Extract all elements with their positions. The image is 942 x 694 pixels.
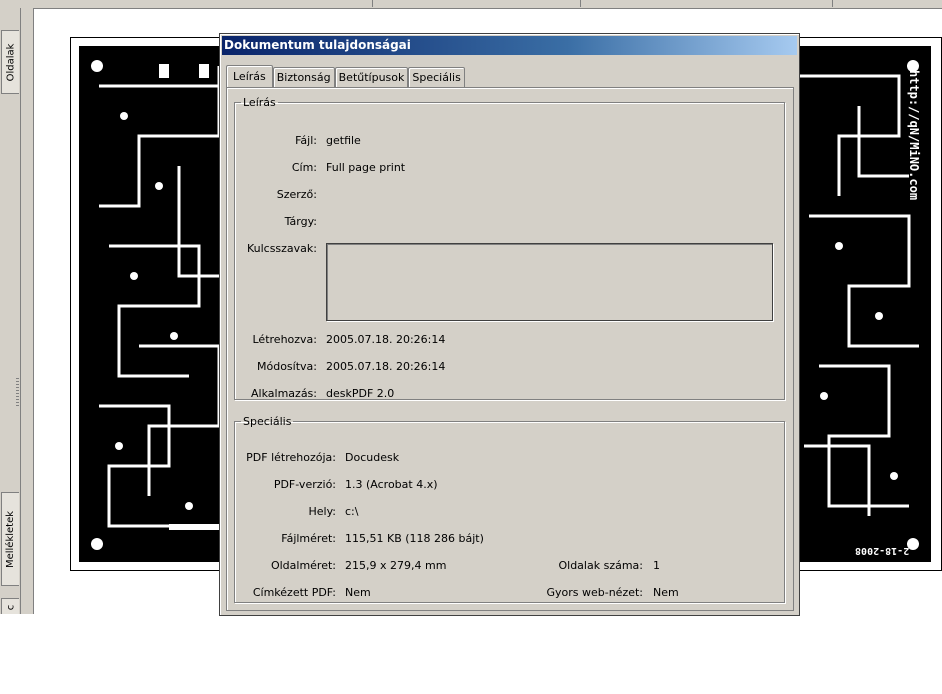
navigation-sidebar: Oldalak Mellékletek c (0, 8, 21, 616)
created-row: Létrehozva: 2005.07.18. 20:26:14 (235, 332, 784, 348)
pagesize-value: 215,9 x 279,4 mm (345, 559, 447, 572)
subject-label: Tárgy: (284, 215, 317, 228)
pagesize-label: Oldalméret: (270, 559, 336, 572)
tab-pages-label: Oldalak (5, 43, 17, 81)
document-properties-dialog: Dokumentum tulajdonságai Leírás Biztonsá… (219, 33, 800, 616)
toolbar-segment (470, 0, 581, 7)
modified-label: Módosítva: (257, 360, 317, 373)
title-row: Cím: Full page print (235, 160, 784, 176)
created-value: 2005.07.18. 20:26:14 (326, 333, 446, 346)
file-label: Fájl: (295, 134, 317, 147)
location-label: Hely: (308, 505, 336, 518)
tab-advanced[interactable]: Speciális (408, 67, 465, 87)
modified-row: Módosítva: 2005.07.18. 20:26:14 (235, 359, 784, 375)
filesize-value: 115,51 KB (118 286 bájt) (345, 532, 484, 545)
tab-security[interactable]: Biztonság (272, 67, 335, 87)
location-row: Hely: c:\ (235, 504, 784, 520)
tab-attachments[interactable]: Mellékletek (1, 492, 19, 586)
tagged-value: Nem (345, 586, 371, 599)
pcb-date-text: 2-18-2008 (854, 545, 909, 556)
toolbar-segment (332, 0, 373, 7)
producer-row: PDF létrehozója: Docudesk (235, 450, 784, 466)
description-group: Leírás Fájl: getfile Cím: Full page prin… (234, 96, 785, 400)
filesize-label: Fájlméret: (281, 532, 336, 545)
tab-panel-description: Leírás Fájl: getfile Cím: Full page prin… (226, 87, 794, 611)
version-value: 1.3 (Acrobat 4.x) (345, 478, 438, 491)
pagecount-value: 1 (653, 559, 660, 572)
keywords-textarea[interactable] (326, 243, 773, 321)
blank-area (0, 614, 942, 694)
tab-fonts[interactable]: Betűtípusok (334, 67, 409, 87)
author-label: Szerző: (276, 188, 317, 201)
title-label: Cím: (291, 161, 317, 174)
subject-row: Tárgy: (235, 214, 784, 230)
version-label: PDF-verzió: (273, 478, 336, 491)
version-row: PDF-verzió: 1.3 (Acrobat 4.x) (235, 477, 784, 493)
application-value: deskPDF 2.0 (326, 387, 395, 400)
tab-comments-label: c (5, 604, 16, 610)
keywords-label: Kulcsszavak: (246, 242, 317, 255)
advanced-group: Speciális PDF létrehozója: Docudesk PDF-… (234, 415, 785, 603)
resize-grip[interactable] (16, 378, 19, 408)
location-value: c:\ (345, 505, 359, 518)
file-row: Fájl: getfile (235, 133, 784, 149)
tagged-label: Címkézett PDF: (252, 586, 336, 599)
producer-label: PDF létrehozója: (246, 451, 336, 464)
application-row: Alkalmazás: deskPDF 2.0 (235, 386, 784, 402)
created-label: Létrehozva: (252, 333, 318, 346)
filesize-row: Fájlméret: 115,51 KB (118 286 bájt) (235, 531, 784, 547)
pagecount-label: Oldalak száma: (558, 559, 643, 572)
toolbar-segment (712, 0, 833, 7)
title-value: Full page print (326, 161, 406, 174)
fastweb-value: Nem (653, 586, 679, 599)
modified-value: 2005.07.18. 20:26:14 (326, 360, 446, 373)
fastweb-label: Gyors web-nézet: (546, 586, 643, 599)
application-label: Alkalmazás: (251, 387, 317, 400)
pagesize-row: Oldalméret: 215,9 x 279,4 mm Oldalak szá… (235, 558, 784, 574)
tab-attachments-label: Mellékletek (5, 510, 17, 568)
producer-value: Docudesk (345, 451, 400, 464)
tab-pages[interactable]: Oldalak (1, 30, 19, 94)
toolbar-strip (0, 0, 942, 9)
author-row: Szerző: (235, 187, 784, 203)
dialog-titlebar[interactable]: Dokumentum tulajdonságai (222, 36, 797, 55)
description-legend: Leírás (243, 96, 276, 109)
dialog-tab-strip: Leírás Biztonság Betűtípusok Speciális (226, 65, 465, 87)
tagged-row: Címkézett PDF: Nem Gyors web-nézet: Nem (235, 585, 784, 601)
file-value: getfile (326, 134, 361, 147)
tab-description[interactable]: Leírás (226, 65, 273, 87)
advanced-legend: Speciális (243, 415, 292, 428)
navigation-panel (21, 8, 34, 614)
pcb-url-text: http://qN/MiNO.com (907, 70, 921, 201)
